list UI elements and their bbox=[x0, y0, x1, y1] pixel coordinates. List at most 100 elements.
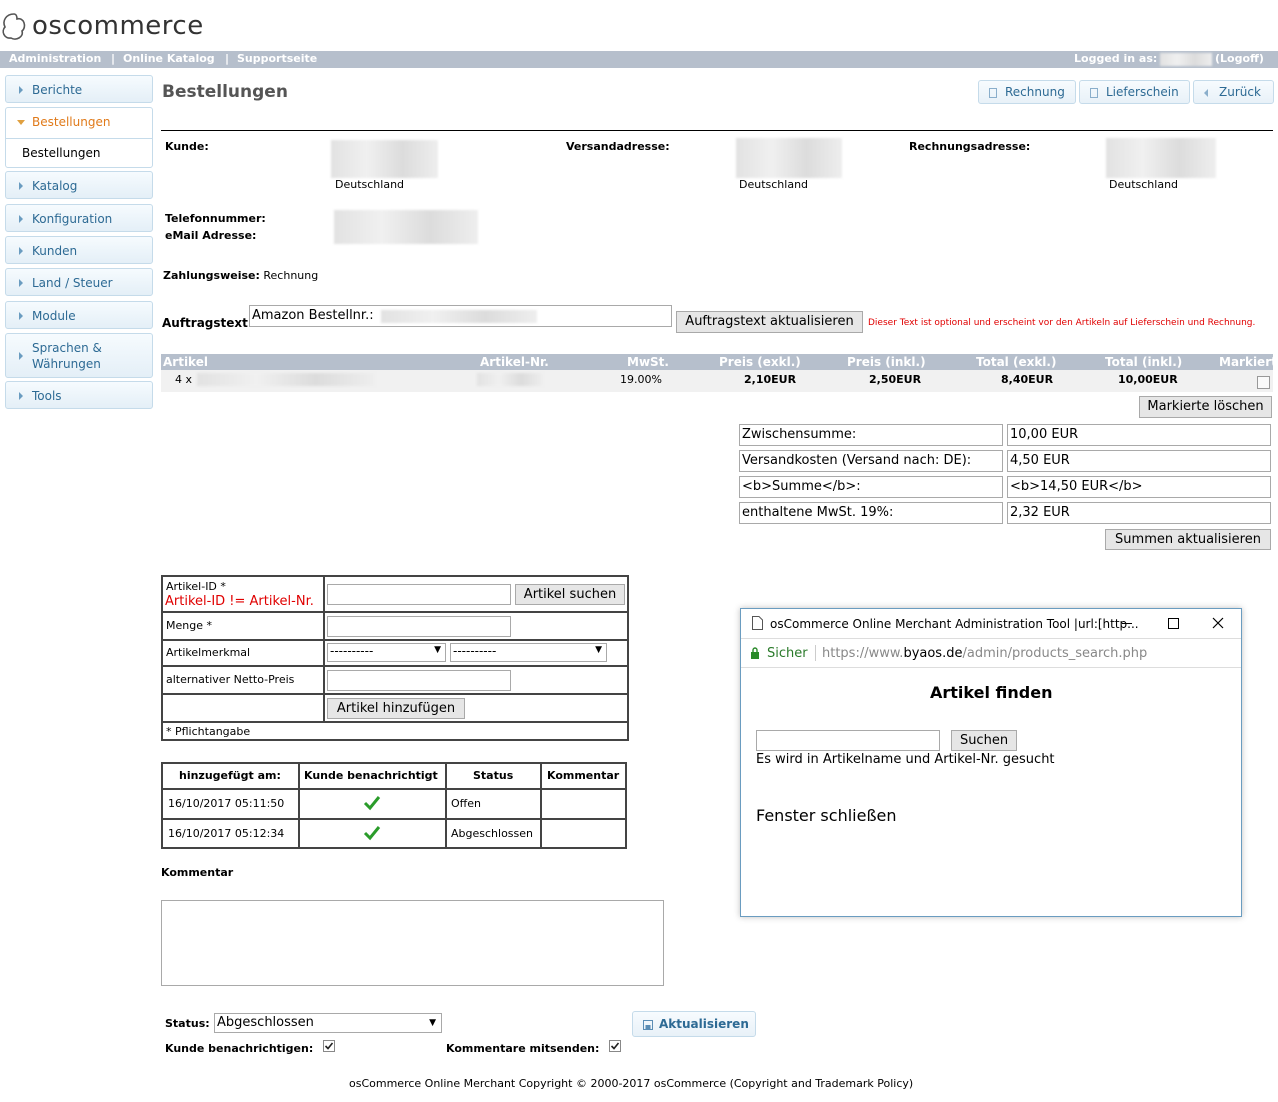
email-label: eMail Adresse: bbox=[165, 229, 257, 242]
chevron-right-icon bbox=[19, 182, 23, 190]
menge-input[interactable] bbox=[327, 616, 511, 637]
marked-checkbox[interactable] bbox=[1257, 376, 1270, 389]
page-icon bbox=[752, 616, 763, 630]
logoff-link[interactable]: (Logoff) bbox=[1215, 52, 1264, 65]
checkmark-icon bbox=[363, 826, 381, 841]
page-title: Bestellungen bbox=[162, 82, 288, 102]
add-article-form: Artikel-ID * Artikel-ID != Artikel-Nr. A… bbox=[161, 575, 629, 741]
lock-icon bbox=[751, 647, 759, 659]
logo: oscommerce bbox=[0, 6, 204, 46]
chevron-right-icon bbox=[19, 215, 23, 223]
shipping-address-redacted bbox=[736, 138, 842, 178]
telefon-label: Telefonnummer: bbox=[165, 212, 266, 225]
status-select[interactable]: Abgeschlossen ▼ bbox=[214, 1013, 442, 1033]
separator: | bbox=[111, 52, 116, 65]
history-date: 16/10/2017 05:12:34 bbox=[168, 827, 285, 840]
popup-search-hint: Es wird in Artikelname und Artikel-Nr. g… bbox=[756, 752, 1055, 767]
maximize-icon[interactable] bbox=[1168, 618, 1179, 629]
table-row: 4 x 19.00% 2,10EUR 2,50EUR 8,40EUR 10,00… bbox=[161, 370, 1273, 392]
kunde-label: Kunde: bbox=[165, 140, 209, 153]
sidebar-subitem-bestellungen[interactable]: Bestellungen bbox=[22, 146, 100, 160]
rechnung-label: Rechnungsadresse: bbox=[909, 140, 1031, 153]
artikelmerkmal-label: Artikelmerkmal bbox=[166, 646, 251, 659]
send-comments-label: Kommentare mitsenden: bbox=[446, 1042, 600, 1055]
logged-in-label: Logged in as: bbox=[1074, 52, 1158, 65]
sidebar-item-sprachen-waehrungen[interactable]: Sprachen & Währungen bbox=[5, 333, 153, 378]
shipping-label-field[interactable]: Versandkosten (Versand nach: DE): bbox=[739, 450, 1003, 472]
menge-label: Menge * bbox=[166, 619, 212, 632]
sidebar-item-bestellungen[interactable]: Bestellungen Bestellungen bbox=[5, 107, 153, 168]
sidebar-item-tools[interactable]: Tools bbox=[5, 381, 153, 409]
sidebar-item-berichte[interactable]: Berichte bbox=[5, 75, 153, 103]
zurueck-button[interactable]: Zurück bbox=[1193, 80, 1274, 104]
minimize-icon[interactable] bbox=[1122, 623, 1132, 624]
attribute-select-1[interactable]: ---------- ▼ bbox=[327, 643, 446, 662]
artikel-hinzufuegen-button[interactable]: Artikel hinzufügen bbox=[327, 698, 465, 719]
order-number-redacted bbox=[381, 310, 537, 323]
document-icon bbox=[989, 88, 997, 98]
artikel-id-warning: Artikel-ID != Artikel-Nr. bbox=[165, 594, 314, 609]
chevron-down-icon: ▼ bbox=[429, 1018, 436, 1028]
versand-country: Deutschland bbox=[739, 178, 809, 191]
total-value-field[interactable]: 10,00 EUR bbox=[1007, 424, 1271, 446]
chevron-right-icon bbox=[19, 312, 23, 320]
history-status: Abgeschlossen bbox=[451, 827, 533, 840]
popup-search-input[interactable] bbox=[756, 730, 940, 751]
close-icon[interactable] bbox=[1212, 617, 1224, 629]
versand-label: Versandadresse: bbox=[566, 140, 670, 153]
sidebar-item-konfiguration[interactable]: Konfiguration bbox=[5, 204, 153, 232]
link-supportseite[interactable]: Supportseite bbox=[237, 52, 317, 65]
sidebar-item-kunden[interactable]: Kunden bbox=[5, 236, 153, 264]
chevron-right-icon bbox=[19, 352, 23, 360]
billing-address-redacted bbox=[1106, 138, 1216, 178]
artikel-suchen-button[interactable]: Artikel suchen bbox=[515, 584, 625, 605]
username-redacted bbox=[1160, 53, 1212, 66]
popup-title: osCommerce Online Merchant Administratio… bbox=[770, 617, 1139, 631]
close-window-link[interactable]: Fenster schließen bbox=[756, 806, 897, 825]
notify-checkbox[interactable] bbox=[323, 1040, 335, 1052]
chevron-down-icon: ▼ bbox=[434, 645, 441, 655]
netto-preis-input[interactable] bbox=[327, 670, 511, 691]
kunde-country: Deutschland bbox=[335, 178, 405, 191]
lieferschein-button[interactable]: Lieferschein bbox=[1079, 80, 1190, 104]
footer-copyright: osCommerce Online Merchant Copyright © 2… bbox=[349, 1077, 914, 1090]
document-icon bbox=[1090, 88, 1098, 98]
popup-search-button[interactable]: Suchen bbox=[951, 730, 1017, 751]
rechnung-button[interactable]: Rechnung bbox=[978, 80, 1076, 104]
link-online-katalog[interactable]: Online Katalog bbox=[123, 52, 215, 65]
url-bar[interactable]: https://www.byaos.de/admin/products_sear… bbox=[822, 646, 1147, 661]
pflichtangabe-note: * Pflichtangabe bbox=[166, 725, 251, 738]
history-date: 16/10/2017 05:11:50 bbox=[168, 797, 285, 810]
chevron-right-icon bbox=[19, 86, 23, 94]
update-totals-button[interactable]: Summen aktualisieren bbox=[1105, 529, 1271, 550]
attribute-select-2[interactable]: ---------- ▼ bbox=[450, 643, 607, 662]
chevron-left-icon bbox=[1204, 89, 1208, 97]
send-comments-checkbox[interactable] bbox=[609, 1040, 621, 1052]
aktualisieren-button[interactable]: Aktualisieren bbox=[632, 1011, 756, 1037]
sum-value-field[interactable]: <b>14,50 EUR</b> bbox=[1007, 476, 1271, 498]
auftragstext-update-button[interactable]: Auftragstext aktualisieren bbox=[676, 311, 863, 333]
sidebar-item-module[interactable]: Module bbox=[5, 301, 153, 329]
customer-address-redacted bbox=[331, 140, 438, 178]
sidebar-item-land-steuer[interactable]: Land / Steuer bbox=[5, 268, 153, 296]
auftragstext-field[interactable]: Amazon Bestellnr.: bbox=[249, 305, 672, 327]
artikel-id-input[interactable] bbox=[327, 584, 511, 605]
link-administration[interactable]: Administration bbox=[9, 52, 101, 65]
auftragstext-label: Auftragstext: bbox=[162, 316, 253, 330]
kommentar-textarea[interactable] bbox=[161, 900, 664, 986]
sidebar-item-katalog[interactable]: Katalog bbox=[5, 171, 153, 199]
history-status: Offen bbox=[451, 797, 481, 810]
popup-heading: Artikel finden bbox=[930, 683, 1053, 702]
sum-label-field[interactable]: <b>Summe</b>: bbox=[739, 476, 1003, 498]
shipping-value-field[interactable]: 4,50 EUR bbox=[1007, 450, 1271, 472]
rechnung-country: Deutschland bbox=[1109, 178, 1179, 191]
checkmark-icon bbox=[363, 796, 381, 811]
product-search-popup: osCommerce Online Merchant Administratio… bbox=[740, 608, 1242, 917]
chevron-down-icon: ▼ bbox=[595, 645, 602, 655]
separator: | bbox=[225, 52, 230, 65]
tax-value-field[interactable]: 2,32 EUR bbox=[1007, 502, 1271, 524]
auftragstext-hint: Dieser Text ist optional und erscheint v… bbox=[868, 318, 1256, 328]
total-label-field[interactable]: Zwischensumme: bbox=[739, 424, 1003, 446]
tax-label-field[interactable]: enthaltene MwSt. 19%: bbox=[739, 502, 1003, 524]
delete-marked-button[interactable]: Markierte löschen bbox=[1139, 396, 1272, 418]
